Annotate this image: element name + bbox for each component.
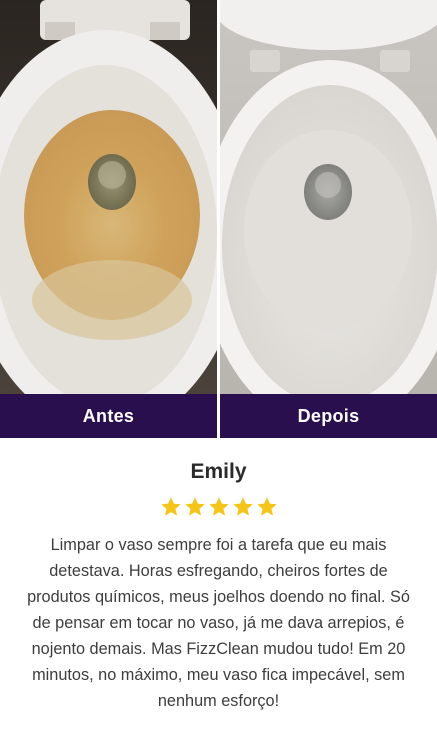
customer-review: Emily Limpar o vaso sempre foi a tarefa … [0,438,437,714]
star-icon [232,497,253,516]
star-icon [160,497,181,516]
before-label: Antes [82,405,135,426]
review-text: Limpar o vaso sempre foi a tarefa que eu… [27,536,410,710]
reviewer-name: Emily [190,460,247,483]
star-icon [208,497,229,516]
after-label-bar: Depois [220,394,437,438]
before-after-comparison: Antes Depois [0,0,437,438]
clean-toilet-image [220,0,437,394]
star-icon [256,497,277,516]
dirty-toilet-image [0,0,217,394]
star-icon [184,497,205,516]
after-label: Depois [297,405,360,426]
after-panel: Depois [220,0,437,438]
before-label-bar: Antes [0,394,217,438]
star-rating [0,496,437,518]
before-panel: Antes [0,0,217,438]
